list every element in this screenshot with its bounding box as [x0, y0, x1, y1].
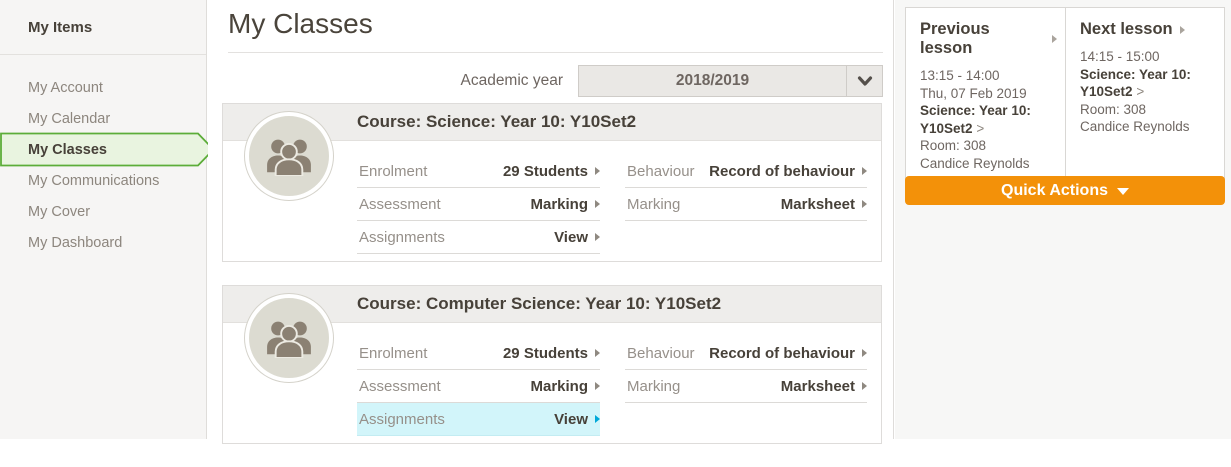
sidebar-item-my-communications[interactable]: My Communications: [0, 165, 206, 196]
chevron-right-icon: [862, 349, 867, 357]
academic-year-label: Academic year: [460, 72, 563, 89]
quick-actions-button[interactable]: Quick Actions: [905, 176, 1225, 205]
course-card-science: Course: Science: Year 10: Y10Set2 Enrolm…: [222, 103, 882, 262]
course-title: Course: Science: Year 10: Y10Set2: [357, 112, 637, 131]
sidebar-item-my-account[interactable]: My Account: [0, 72, 206, 103]
lesson-course-link[interactable]: Science: Year 10:: [920, 102, 1057, 120]
sidebar-item-my-dashboard[interactable]: My Dashboard: [0, 227, 206, 258]
chevron-down-icon[interactable]: [846, 66, 882, 96]
academic-year-row: Academic year 2018/2019: [228, 65, 883, 97]
lesson-teacher: Candice Reynolds: [1080, 119, 1190, 134]
lesson-room: Room: 308: [1080, 101, 1147, 117]
lesson-teacher: Candice Reynolds: [920, 155, 1030, 171]
users-group-icon: [245, 294, 333, 382]
lesson-course-link[interactable]: Y10Set2 >: [1080, 83, 1216, 101]
sidebar-item-my-classes[interactable]: My Classes: [0, 132, 215, 167]
previous-lesson-link[interactable]: Previous lesson: [920, 20, 1057, 58]
course-row-marking[interactable]: Marking Marksheet: [625, 370, 867, 403]
lesson-time: 14:15 - 15:00: [1080, 49, 1160, 64]
course-row-marking[interactable]: Marking Marksheet: [625, 188, 867, 221]
sidebar-menu: My Account My Calendar My Classes My Com…: [0, 72, 215, 258]
chevron-right-icon: [595, 349, 600, 357]
row-value-link[interactable]: Marking: [530, 196, 588, 213]
chevron-right-icon: [595, 200, 600, 208]
row-value-link[interactable]: Marksheet: [781, 378, 855, 395]
chevron-right-icon: [595, 382, 600, 390]
chevron-right-icon: [862, 167, 867, 175]
course-right-column: Behaviour Record of behaviour Marking Ma…: [625, 155, 867, 254]
row-value-link[interactable]: 29 Students: [503, 163, 588, 180]
academic-year-select[interactable]: 2018/2019: [578, 65, 883, 97]
course-cards: Course: Science: Year 10: Y10Set2 Enrolm…: [222, 103, 882, 467]
course-row-assignments[interactable]: Assignments View: [357, 221, 600, 254]
chevron-right-glyph: >: [1136, 84, 1145, 99]
main-content: My Classes Academic year 2018/2019 Cours…: [208, 0, 894, 444]
course-row-behaviour[interactable]: Behaviour Record of behaviour: [625, 337, 867, 370]
course-right-column: Behaviour Record of behaviour Marking Ma…: [625, 337, 867, 436]
users-group-icon: [245, 112, 333, 200]
lesson-room: Room: 308: [920, 138, 987, 153]
sidebar-header: My Items: [0, 0, 206, 55]
row-value-link[interactable]: View: [554, 411, 588, 428]
course-left-column: Enrolment 29 Students Assessment Marking: [357, 155, 600, 254]
course-card-computer-science: Course: Computer Science: Year 10: Y10Se…: [222, 285, 882, 444]
chevron-right-icon: [862, 200, 867, 208]
lessons-widget: Previous lesson 13:15 - 14:00 Thu, 07 Fe…: [905, 7, 1225, 189]
lesson-course-link[interactable]: Y10Set2 >: [920, 120, 1057, 138]
course-row-enrolment[interactable]: Enrolment 29 Students: [357, 337, 600, 370]
course-row-behaviour[interactable]: Behaviour Record of behaviour: [625, 155, 867, 188]
row-value-link[interactable]: Marksheet: [781, 196, 855, 213]
chevron-right-glyph: >: [976, 120, 985, 136]
chevron-right-icon: [862, 382, 867, 390]
title-divider: [228, 52, 883, 53]
course-row-assignments-highlighted[interactable]: Assignments View: [357, 403, 600, 436]
next-lesson-card: Next lesson 14:15 - 15:00 Science: Year …: [1065, 8, 1224, 188]
row-value-link[interactable]: 29 Students: [503, 345, 588, 362]
row-value-link[interactable]: View: [554, 229, 588, 246]
right-panel: Previous lesson 13:15 - 14:00 Thu, 07 Fe…: [895, 0, 1231, 439]
row-value-link[interactable]: Record of behaviour: [709, 163, 855, 180]
course-row-assessment[interactable]: Assessment Marking: [357, 188, 600, 221]
sidebar-item-my-cover[interactable]: My Cover: [0, 196, 206, 227]
lesson-time: 13:15 - 14:00: [920, 68, 1000, 83]
course-title: Course: Computer Science: Year 10: Y10Se…: [357, 294, 722, 313]
lesson-course-link[interactable]: Science: Year 10:: [1080, 66, 1216, 84]
next-lesson-link[interactable]: Next lesson: [1080, 20, 1216, 39]
row-value-link[interactable]: Marking: [530, 378, 588, 395]
lesson-date: Thu, 07 Feb 2019: [920, 85, 1027, 101]
chevron-right-icon: [595, 167, 600, 175]
sidebar-title: My Items: [28, 18, 93, 36]
course-row-assessment[interactable]: Assessment Marking: [357, 370, 600, 403]
caret-down-icon: [1116, 188, 1129, 195]
chevron-right-icon: [595, 415, 600, 423]
sidebar: My Items My Account My Calendar My Class…: [0, 0, 215, 439]
chevron-right-icon: [1179, 25, 1185, 34]
chevron-right-icon: [595, 233, 600, 241]
academic-year-value: 2018/2019: [675, 72, 750, 89]
course-row-enrolment[interactable]: Enrolment 29 Students: [357, 155, 600, 188]
chevron-right-icon: [1052, 35, 1057, 43]
page-title: My Classes: [228, 8, 373, 39]
previous-lesson-card: Previous lesson 13:15 - 14:00 Thu, 07 Fe…: [906, 8, 1065, 188]
course-left-column: Enrolment 29 Students Assessment Marking: [357, 337, 600, 436]
row-value-link[interactable]: Record of behaviour: [709, 345, 855, 362]
sidebar-item-my-calendar[interactable]: My Calendar: [0, 103, 206, 134]
